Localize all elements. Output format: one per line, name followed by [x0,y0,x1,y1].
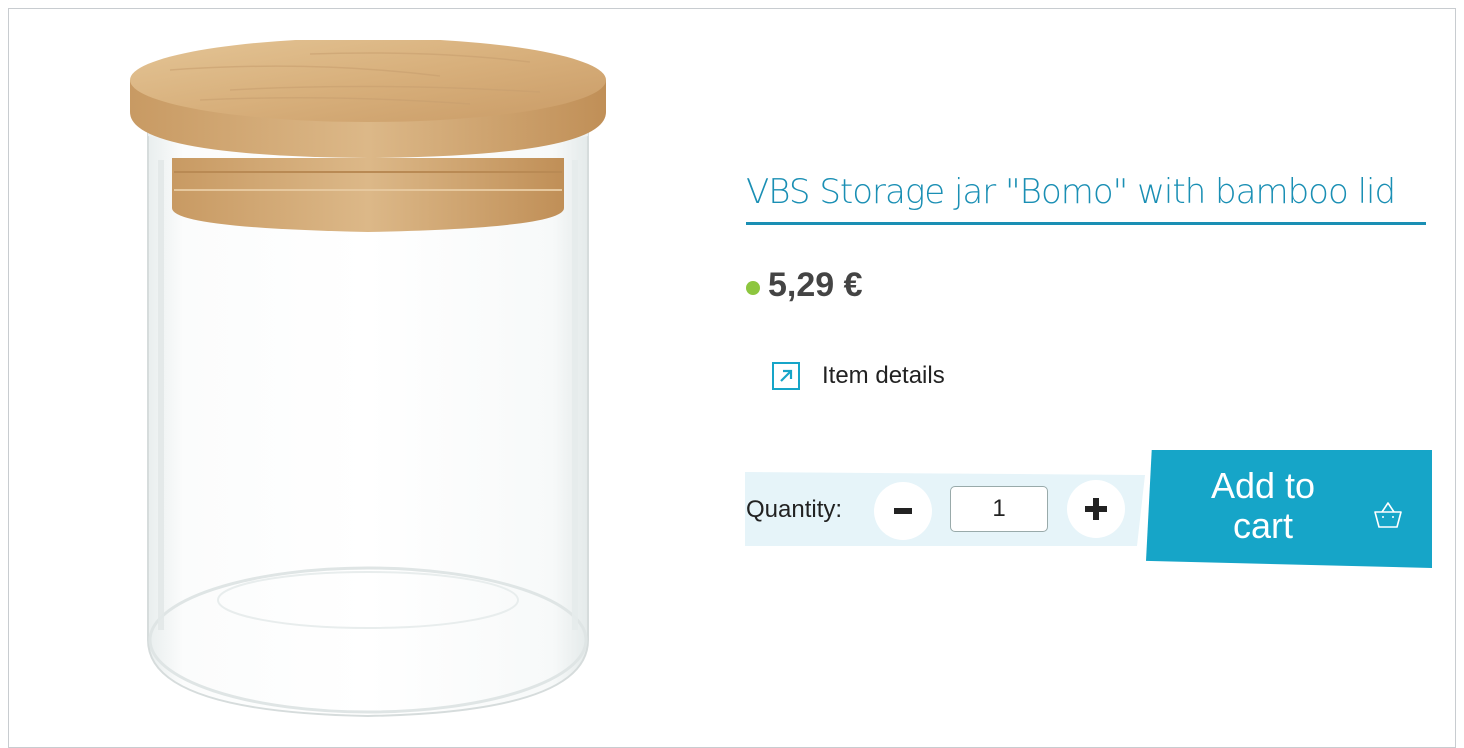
minus-icon [894,508,912,514]
item-details-link[interactable]: Item details [772,362,945,390]
price-row: 5,29 € [746,266,863,305]
product-title-link[interactable]: VBS Storage jar "Bomo" with bamboo lid [746,172,1396,212]
add-to-cart-label: Add to cart [1210,465,1316,546]
product-price: 5,29 € [768,266,863,304]
external-link-icon [772,362,800,390]
quantity-increase-button[interactable] [1067,480,1125,538]
title-underline [746,222,1426,225]
plus-icon [1085,498,1107,520]
jar-illustration [130,38,606,718]
quantity-input[interactable] [950,486,1048,532]
basket-icon [1374,502,1402,528]
quantity-label: Quantity: [746,496,843,523]
item-details-label: Item details [822,362,945,389]
add-to-cart-button[interactable]: Add to cart [1146,450,1432,568]
product-image[interactable] [110,38,630,730]
quantity-decrease-button[interactable] [874,482,932,540]
availability-dot-icon [746,280,760,295]
